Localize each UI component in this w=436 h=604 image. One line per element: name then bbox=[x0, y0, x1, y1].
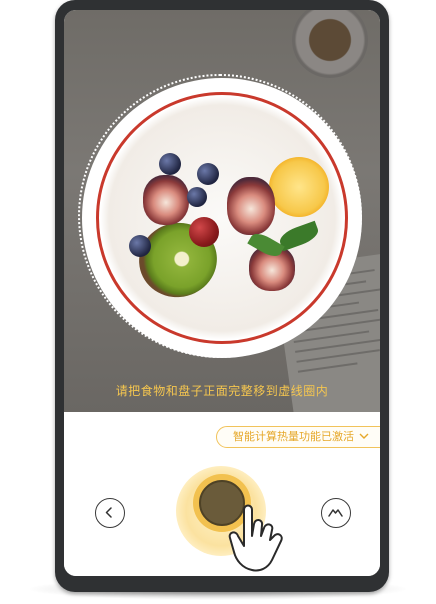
cherry-image bbox=[189, 217, 219, 247]
phone-frame: 请把食物和盘子正面完整移到虚线圈内 智能计算热量功能已激活 bbox=[55, 0, 389, 592]
mountain-icon bbox=[322, 509, 349, 530]
feature-status-pill[interactable]: 智能计算热量功能已激活 bbox=[216, 426, 380, 448]
camera-hint-text: 请把食物和盘子正面完整移到虚线圈内 bbox=[115, 384, 329, 398]
camera-viewfinder: 请把食物和盘子正面完整移到虚线圈内 bbox=[64, 10, 380, 412]
tap-hand-icon bbox=[224, 502, 300, 576]
feature-status-label: 智能计算热量功能已激活 bbox=[233, 430, 354, 443]
back-button[interactable] bbox=[95, 498, 125, 528]
chevron-down-icon bbox=[359, 428, 369, 448]
camera-controls: 智能计算热量功能已激活 bbox=[64, 412, 380, 576]
fig-image bbox=[227, 177, 275, 235]
phone-screen: 请把食物和盘子正面完整移到虚线圈内 智能计算热量功能已激活 bbox=[64, 10, 380, 576]
chevron-left-icon bbox=[96, 507, 123, 530]
blueberry-image bbox=[187, 187, 207, 207]
orange-slice-image bbox=[269, 157, 329, 217]
blueberry-image bbox=[129, 235, 151, 257]
scenery-button[interactable] bbox=[321, 498, 351, 528]
coffee-mug-image bbox=[292, 10, 368, 78]
fig-image bbox=[143, 175, 189, 225]
blueberry-image bbox=[197, 163, 219, 185]
blueberry-image bbox=[159, 153, 181, 175]
food-plate-image bbox=[96, 92, 348, 344]
